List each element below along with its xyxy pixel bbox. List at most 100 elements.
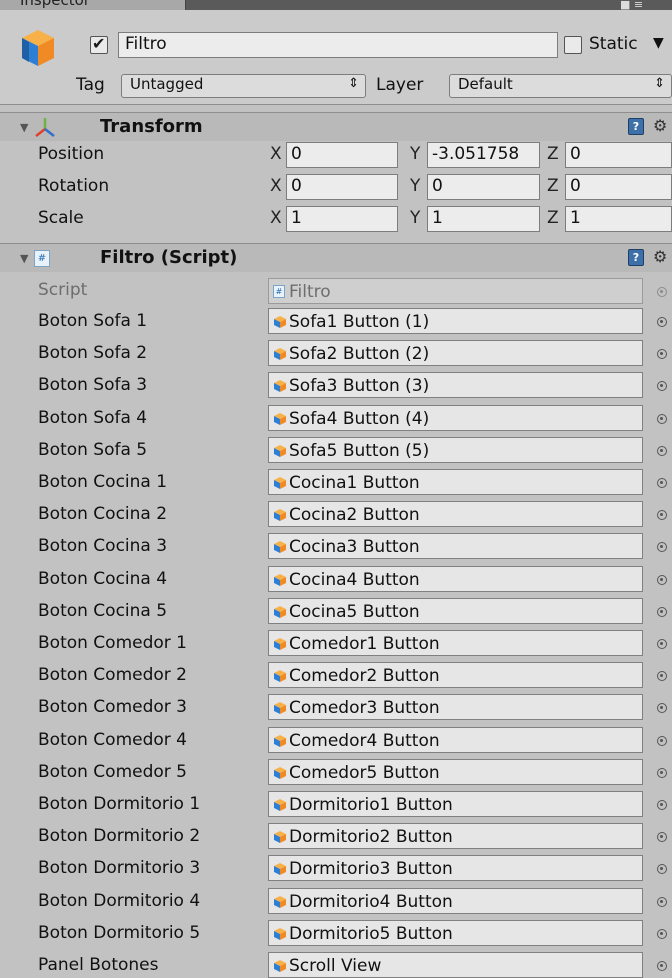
object-reference-field[interactable]: Comedor1 Button (268, 630, 643, 656)
object-reference-field[interactable]: Cocina4 Button (268, 566, 643, 592)
object-picker-icon[interactable] (657, 607, 667, 617)
position-z-field[interactable]: 0 (565, 142, 672, 168)
object-reference-field[interactable]: Sofa4 Button (4) (268, 405, 643, 431)
rotation-y-field[interactable]: 0 (427, 174, 540, 200)
object-picker-icon[interactable] (657, 800, 667, 810)
scale-z-label: Z (547, 208, 559, 228)
object-reference-field[interactable]: Scroll View (268, 952, 643, 978)
cube-icon (274, 508, 286, 521)
tag-label: Tag (76, 75, 105, 95)
object-reference-value: Comedor2 Button (289, 665, 440, 686)
cube-icon (274, 476, 286, 489)
cube-icon (274, 895, 286, 908)
tag-dropdown[interactable]: Untagged ⇕ (121, 74, 366, 98)
transform-foldout-icon[interactable]: ▼ (20, 121, 28, 134)
gear-icon[interactable]: ⚙ (653, 116, 667, 135)
gear-icon[interactable]: ⚙ (653, 247, 667, 266)
object-reference-value: Scroll View (289, 955, 382, 976)
object-reference-field[interactable]: Cocina5 Button (268, 598, 643, 624)
active-checkbox[interactable] (90, 34, 108, 54)
script-foldout-icon[interactable]: ▼ (20, 252, 28, 265)
tab-menu-icon[interactable]: ■ ≡ (620, 0, 660, 11)
object-reference-field[interactable]: Dormitorio1 Button (268, 791, 643, 817)
field-label: Boton Comedor 3 (38, 697, 187, 717)
object-reference-field[interactable]: Sofa3 Button (3) (268, 372, 643, 398)
object-reference-field[interactable]: Comedor2 Button (268, 662, 643, 688)
script-component-header[interactable]: ▼ # Filtro (Script) ? ⚙ (0, 243, 672, 272)
object-reference-value: Sofa5 Button (5) (289, 440, 430, 461)
static-checkbox[interactable] (564, 36, 582, 54)
object-picker-icon[interactable] (657, 736, 667, 746)
object-reference-field[interactable]: Cocina2 Button (268, 501, 643, 527)
object-reference-field[interactable]: Cocina3 Button (268, 533, 643, 559)
object-reference-field[interactable]: Comedor4 Button (268, 727, 643, 753)
object-picker-icon[interactable] (657, 349, 667, 359)
script-reference-value: Filtro (289, 281, 331, 302)
object-reference-field[interactable]: Sofa1 Button (1) (268, 308, 643, 334)
object-picker-icon[interactable] (657, 414, 667, 424)
object-picker-icon[interactable] (657, 897, 667, 907)
field-label: Boton Sofa 5 (38, 440, 148, 460)
cube-icon (274, 959, 286, 972)
rotation-x-field[interactable]: 0 (286, 174, 398, 200)
position-x-field[interactable]: 0 (286, 142, 398, 168)
cube-icon (274, 830, 286, 843)
object-reference-field[interactable]: Dormitorio3 Button (268, 855, 643, 881)
field-label: Boton Comedor 2 (38, 665, 187, 685)
object-picker-icon[interactable] (657, 832, 667, 842)
object-reference-value: Dormitorio4 Button (289, 891, 453, 912)
help-book-icon[interactable]: ? (628, 249, 644, 266)
tab-inspector[interactable]: Inspector (0, 0, 186, 10)
scale-x-field[interactable]: 1 (286, 206, 398, 232)
field-label: Boton Cocina 1 (38, 472, 168, 492)
object-picker-icon (657, 287, 667, 297)
object-picker-icon[interactable] (657, 381, 667, 391)
object-reference-field[interactable]: Dormitorio5 Button (268, 920, 643, 946)
position-y-field[interactable]: -3.051758 (427, 142, 540, 168)
object-picker-icon[interactable] (657, 575, 667, 585)
transform-fields: Position X 0 Y -3.051758 Z 0 Rotation X … (0, 142, 672, 238)
object-reference-field[interactable]: Sofa2 Button (2) (268, 340, 643, 366)
layer-dropdown-arrow-icon: ⇕ (654, 76, 665, 91)
field-label: Boton Comedor 1 (38, 633, 187, 653)
object-picker-icon[interactable] (657, 671, 667, 681)
object-picker-icon[interactable] (657, 446, 667, 456)
object-reference-field[interactable]: Dormitorio2 Button (268, 823, 643, 849)
object-picker-icon[interactable] (657, 929, 667, 939)
object-picker-icon[interactable] (657, 639, 667, 649)
object-reference-value: Sofa1 Button (1) (289, 311, 430, 332)
scale-y-field[interactable]: 1 (427, 206, 540, 232)
tab-inspector-label: Inspector (20, 0, 90, 9)
object-picker-icon[interactable] (657, 317, 667, 327)
scale-label: Scale (38, 208, 84, 228)
object-picker-icon[interactable] (657, 703, 667, 713)
object-reference-value: Dormitorio5 Button (289, 923, 453, 944)
object-reference-value: Sofa3 Button (3) (289, 375, 430, 396)
object-reference-field[interactable]: Comedor5 Button (268, 759, 643, 785)
gameobject-header: Filtro Static ▼ Tag Untagged ⇕ Layer Def… (0, 10, 672, 105)
object-picker-icon[interactable] (657, 864, 667, 874)
object-picker-icon[interactable] (657, 542, 667, 552)
object-reference-field[interactable]: Cocina1 Button (268, 469, 643, 495)
object-name-field[interactable]: Filtro (118, 32, 558, 58)
object-picker-icon[interactable] (657, 768, 667, 778)
field-label: Boton Dormitorio 4 (38, 891, 201, 911)
scale-z-field[interactable]: 1 (565, 206, 672, 232)
help-book-icon[interactable]: ? (628, 118, 644, 135)
object-picker-icon[interactable] (657, 961, 667, 971)
object-reference-field[interactable]: Sofa5 Button (5) (268, 437, 643, 463)
object-reference-value: Dormitorio2 Button (289, 826, 453, 847)
object-picker-icon[interactable] (657, 510, 667, 520)
object-picker-icon[interactable] (657, 478, 667, 488)
cube-icon (274, 379, 286, 392)
layer-dropdown[interactable]: Default ⇕ (449, 74, 672, 98)
tag-dropdown-arrow-icon: ⇕ (348, 76, 359, 91)
static-dropdown-icon[interactable]: ▼ (653, 35, 664, 51)
transform-header[interactable]: ▼ Transform ? ⚙ (0, 112, 672, 141)
object-reference-value: Comedor3 Button (289, 697, 440, 718)
object-reference-field[interactable]: Comedor3 Button (268, 694, 643, 720)
script-fields-list: Boton Sofa 1 Sofa1 Button (1) Boton Sofa 2… (0, 308, 672, 978)
script-reference-field: # Filtro (268, 278, 643, 304)
rotation-z-field[interactable]: 0 (565, 174, 672, 200)
object-reference-field[interactable]: Dormitorio4 Button (268, 888, 643, 914)
